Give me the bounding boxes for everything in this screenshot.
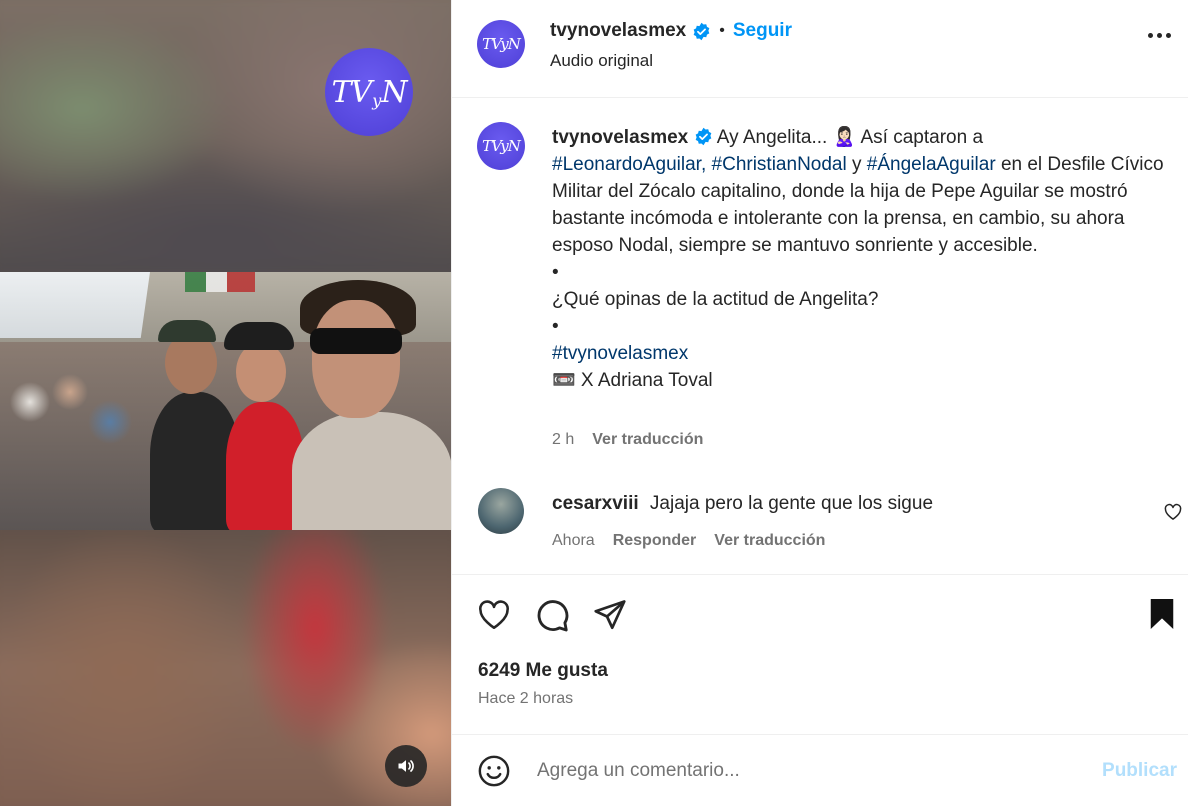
caption-username[interactable]: tvynovelasmex <box>552 127 688 148</box>
comment-meta: Ahora Responder Ver traducción <box>552 532 825 550</box>
hashtag-tvynovelasmex[interactable]: #tvynovelasmex <box>552 343 688 364</box>
likes-count[interactable]: 6249 Me gusta <box>478 660 608 682</box>
flags <box>185 272 255 292</box>
hashtag-angela[interactable]: #ÁngelaAguilar <box>867 154 996 175</box>
commenter-avatar[interactable] <box>478 488 524 534</box>
person-3-sunglasses <box>310 328 402 354</box>
post-media[interactable]: TV y N <box>0 0 451 806</box>
comment-translate-link[interactable]: Ver traducción <box>714 532 825 550</box>
audio-link[interactable]: Audio original <box>550 51 653 71</box>
caption-credit: 📼 X Adriana Toval <box>552 370 713 391</box>
comment-like-heart-icon[interactable] <box>1163 502 1183 522</box>
post-timestamp: Hace 2 horas <box>478 690 574 707</box>
post-details-panel: TVyN tvynovelasmex • Seguir Audio origin… <box>451 0 1188 806</box>
separator-dot: • <box>719 22 725 39</box>
blurred-background-top <box>0 0 451 281</box>
sound-toggle-button[interactable] <box>385 745 427 787</box>
blurred-background-bottom <box>0 521 451 806</box>
author-username[interactable]: tvynovelasmex <box>550 20 686 42</box>
commenter-username[interactable]: cesarxviii <box>552 493 639 514</box>
person-2-cap <box>224 322 294 350</box>
hashtag-christian[interactable]: #ChristianNodal <box>712 154 847 175</box>
author-line: tvynovelasmex • Seguir <box>550 20 792 42</box>
verified-badge-icon <box>695 127 711 146</box>
post-header: TVyN tvynovelasmex • Seguir Audio origin… <box>452 0 1188 98</box>
heart-icon[interactable] <box>476 597 512 633</box>
volume-icon <box>398 760 414 772</box>
comment-composer: Publicar <box>452 735 1188 806</box>
caption-intro: Ay Angelita... 🙎🏻‍♀️ Así captaron a <box>716 127 984 148</box>
comment-time: Ahora <box>552 532 595 549</box>
verified-badge-icon <box>693 22 710 40</box>
comment-item: cesarxviii Jajaja pero la gente que los … <box>452 480 1188 575</box>
caption-bullet: • <box>552 316 559 337</box>
comment-icon[interactable] <box>534 597 570 633</box>
person-2-head <box>236 342 286 402</box>
video-frame[interactable] <box>0 272 451 530</box>
follow-button[interactable]: Seguir <box>733 20 792 42</box>
caption-meta: 2 h Ver traducción <box>552 431 703 449</box>
caption-avatar[interactable]: TVyN <box>477 122 525 170</box>
caption-question: ¿Qué opinas de la actitud de Angelita? <box>552 289 879 310</box>
reply-button[interactable]: Responder <box>613 532 697 550</box>
comment-text: cesarxviii Jajaja pero la gente que los … <box>552 493 933 515</box>
comment-input[interactable] <box>537 753 1057 789</box>
bookmark-button[interactable] <box>1147 597 1177 631</box>
caption-translate-link[interactable]: Ver traducción <box>592 431 703 449</box>
hashtag-leonardo[interactable]: #LeonardoAguilar, <box>552 154 706 175</box>
share-icon[interactable] <box>592 597 628 633</box>
caption-text: tvynovelasmex Ay Angelita... 🙎🏻‍♀️ Así c… <box>552 124 1167 394</box>
publish-button[interactable]: Publicar <box>1102 760 1177 782</box>
caption-time[interactable]: 2 h <box>552 431 574 449</box>
person-1-cap <box>158 320 216 342</box>
caption-and: y <box>852 154 862 175</box>
caption-bullet: • <box>552 262 559 283</box>
emoji-icon[interactable] <box>477 754 511 788</box>
author-avatar[interactable]: TVyN <box>477 20 525 68</box>
bookmark-icon <box>1150 599 1174 629</box>
comment-body: Jajaja pero la gente que los sigue <box>649 493 934 514</box>
person-3-head <box>312 300 400 418</box>
more-options-icon[interactable] <box>1148 33 1171 38</box>
person-3 <box>292 412 451 530</box>
post-actions: 6249 Me gusta Hace 2 horas <box>452 575 1188 735</box>
tent-awning <box>0 272 151 338</box>
action-icons <box>476 597 628 633</box>
brand-logo-watermark: TV y N <box>325 48 413 136</box>
